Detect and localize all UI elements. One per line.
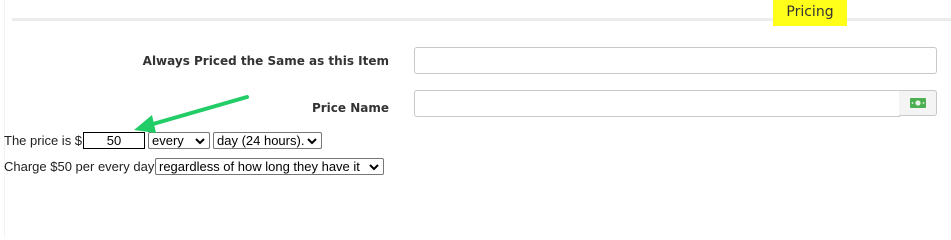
charge-rule-text: Charge $50 per every day: [4, 159, 155, 174]
duration-select[interactable]: regardless of how long they have it: [155, 158, 384, 175]
every-select[interactable]: every: [148, 132, 210, 149]
period-select[interactable]: day (24 hours).: [213, 132, 322, 149]
duration-select-value: regardless of how long they have it: [159, 159, 360, 174]
price-amount-input[interactable]: [83, 132, 145, 149]
always-priced-label: Always Priced the Same as this Item: [142, 54, 389, 68]
chevron-down-icon: [369, 163, 379, 170]
every-select-value: every: [152, 133, 184, 148]
chevron-down-icon: [307, 137, 317, 144]
price-name-label: Price Name: [311, 101, 389, 115]
price-prefix-text: The price is $: [4, 133, 83, 148]
price-name-money-button[interactable]: [899, 90, 937, 116]
pricing-section-title: Pricing: [773, 0, 847, 26]
money-bill-icon: [909, 98, 926, 108]
period-select-value: day (24 hours).: [217, 133, 305, 148]
pricing-panel: [4, 0, 951, 237]
chevron-down-icon: [195, 137, 205, 144]
price-name-input[interactable]: [414, 90, 900, 117]
always-priced-input[interactable]: [414, 47, 937, 74]
